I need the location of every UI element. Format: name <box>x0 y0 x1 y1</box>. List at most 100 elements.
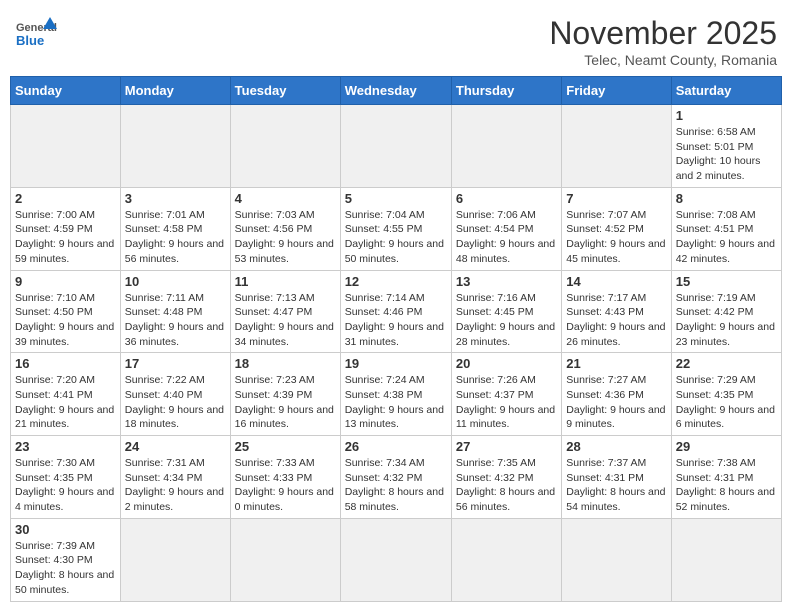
calendar-week-row: 16Sunrise: 7:20 AM Sunset: 4:41 PM Dayli… <box>11 353 782 436</box>
calendar-cell: 15Sunrise: 7:19 AM Sunset: 4:42 PM Dayli… <box>671 270 781 353</box>
day-info: Sunrise: 7:30 AM Sunset: 4:35 PM Dayligh… <box>15 456 116 515</box>
calendar-cell <box>451 105 561 188</box>
day-info: Sunrise: 7:27 AM Sunset: 4:36 PM Dayligh… <box>566 373 666 432</box>
calendar-cell: 16Sunrise: 7:20 AM Sunset: 4:41 PM Dayli… <box>11 353 121 436</box>
calendar-cell: 27Sunrise: 7:35 AM Sunset: 4:32 PM Dayli… <box>451 436 561 519</box>
day-header-wednesday: Wednesday <box>340 77 451 105</box>
day-info: Sunrise: 7:08 AM Sunset: 4:51 PM Dayligh… <box>676 208 777 267</box>
day-number: 14 <box>566 274 666 289</box>
day-header-monday: Monday <box>120 77 230 105</box>
calendar-cell: 9 Sunrise: 7:10 AM Sunset: 4:50 PM Daylig… <box>11 270 121 353</box>
calendar-cell: 3 Sunrise: 7:01 AM Sunset: 4:58 PM Daylig… <box>120 187 230 270</box>
calendar-cell <box>120 105 230 188</box>
day-number: 6 <box>456 191 557 206</box>
calendar-cell <box>230 518 340 601</box>
day-number: 27 <box>456 439 557 454</box>
calendar-cell: 30Sunrise: 7:39 AM Sunset: 4:30 PM Dayli… <box>11 518 121 601</box>
day-number: 8 <box>676 191 777 206</box>
day-number: 18 <box>235 356 336 371</box>
day-header-saturday: Saturday <box>671 77 781 105</box>
calendar-cell: 23 Sunrise: 7:30 AM Sunset: 4:35 PM Dayli… <box>11 436 121 519</box>
subtitle: Telec, Neamt County, Romania <box>549 52 777 68</box>
day-number: 22 <box>676 356 777 371</box>
month-title: November 2025 <box>549 15 777 52</box>
calendar-cell: 12 Sunrise: 7:14 AM Sunset: 4:46 PM Dayli… <box>340 270 451 353</box>
calendar-cell <box>340 518 451 601</box>
calendar-cell <box>671 518 781 601</box>
calendar-cell: 22 Sunrise: 7:29 AM Sunset: 4:35 PM Dayli… <box>671 353 781 436</box>
day-number: 29 <box>676 439 777 454</box>
day-info: Sunrise: 7:34 AM Sunset: 4:32 PM Dayligh… <box>345 456 447 515</box>
day-info: Sunrise: 7:16 AM Sunset: 4:45 PM Dayligh… <box>456 291 557 350</box>
day-info: Sunrise: 7:04 AM Sunset: 4:55 PM Dayligh… <box>345 208 447 267</box>
day-info: Sunrise: 6:58 AM Sunset: 5:01 PM Dayligh… <box>676 125 777 184</box>
day-number: 4 <box>235 191 336 206</box>
day-info: Sunrise: 7:22 AM Sunset: 4:40 PM Dayligh… <box>125 373 226 432</box>
calendar-cell: 19 Sunrise: 7:24 AM Sunset: 4:38 PM Dayli… <box>340 353 451 436</box>
calendar-cell: 4 Sunrise: 7:03 AM Sunset: 4:56 PM Daylig… <box>230 187 340 270</box>
day-info: Sunrise: 7:10 AM Sunset: 4:50 PM Dayligh… <box>15 291 116 350</box>
day-info: Sunrise: 7:26 AM Sunset: 4:37 PM Dayligh… <box>456 373 557 432</box>
day-number: 12 <box>345 274 447 289</box>
calendar-header-row: SundayMondayTuesdayWednesdayThursdayFrid… <box>11 77 782 105</box>
calendar-cell: 7Sunrise: 7:07 AM Sunset: 4:52 PM Daylig… <box>562 187 671 270</box>
day-number: 25 <box>235 439 336 454</box>
calendar-week-row: 1 Sunrise: 6:58 AM Sunset: 5:01 PM Daylig… <box>11 105 782 188</box>
day-info: Sunrise: 7:23 AM Sunset: 4:39 PM Dayligh… <box>235 373 336 432</box>
day-header-friday: Friday <box>562 77 671 105</box>
logo: General Blue <box>15 15 57 57</box>
calendar-cell: 6 Sunrise: 7:06 AM Sunset: 4:54 PM Daylig… <box>451 187 561 270</box>
calendar-table: SundayMondayTuesdayWednesdayThursdayFrid… <box>10 76 782 602</box>
day-info: Sunrise: 7:14 AM Sunset: 4:46 PM Dayligh… <box>345 291 447 350</box>
day-info: Sunrise: 7:29 AM Sunset: 4:35 PM Dayligh… <box>676 373 777 432</box>
calendar-cell <box>562 518 671 601</box>
day-header-tuesday: Tuesday <box>230 77 340 105</box>
calendar-cell: 20 Sunrise: 7:26 AM Sunset: 4:37 PM Dayli… <box>451 353 561 436</box>
calendar-week-row: 23 Sunrise: 7:30 AM Sunset: 4:35 PM Dayli… <box>11 436 782 519</box>
day-info: Sunrise: 7:20 AM Sunset: 4:41 PM Dayligh… <box>15 373 116 432</box>
day-info: Sunrise: 7:31 AM Sunset: 4:34 PM Dayligh… <box>125 456 226 515</box>
calendar-cell: 13 Sunrise: 7:16 AM Sunset: 4:45 PM Dayli… <box>451 270 561 353</box>
day-number: 2 <box>15 191 116 206</box>
day-number: 26 <box>345 439 447 454</box>
day-info: Sunrise: 7:24 AM Sunset: 4:38 PM Dayligh… <box>345 373 447 432</box>
day-info: Sunrise: 7:39 AM Sunset: 4:30 PM Dayligh… <box>15 539 116 598</box>
calendar-cell <box>451 518 561 601</box>
day-number: 28 <box>566 439 666 454</box>
calendar-cell: 10Sunrise: 7:11 AM Sunset: 4:48 PM Dayli… <box>120 270 230 353</box>
calendar-cell <box>562 105 671 188</box>
logo-svg: General Blue <box>15 15 57 57</box>
day-info: Sunrise: 7:17 AM Sunset: 4:43 PM Dayligh… <box>566 291 666 350</box>
calendar-cell: 5Sunrise: 7:04 AM Sunset: 4:55 PM Daylig… <box>340 187 451 270</box>
calendar-week-row: 2Sunrise: 7:00 AM Sunset: 4:59 PM Daylig… <box>11 187 782 270</box>
day-number: 13 <box>456 274 557 289</box>
day-number: 20 <box>456 356 557 371</box>
day-info: Sunrise: 7:03 AM Sunset: 4:56 PM Dayligh… <box>235 208 336 267</box>
day-number: 3 <box>125 191 226 206</box>
calendar-cell: 21Sunrise: 7:27 AM Sunset: 4:36 PM Dayli… <box>562 353 671 436</box>
calendar-cell: 18 Sunrise: 7:23 AM Sunset: 4:39 PM Dayli… <box>230 353 340 436</box>
calendar-cell: 2Sunrise: 7:00 AM Sunset: 4:59 PM Daylig… <box>11 187 121 270</box>
day-info: Sunrise: 7:06 AM Sunset: 4:54 PM Dayligh… <box>456 208 557 267</box>
day-number: 19 <box>345 356 447 371</box>
day-number: 10 <box>125 274 226 289</box>
calendar-cell <box>340 105 451 188</box>
day-number: 9 <box>15 274 116 289</box>
day-number: 17 <box>125 356 226 371</box>
day-number: 23 <box>15 439 116 454</box>
day-info: Sunrise: 7:38 AM Sunset: 4:31 PM Dayligh… <box>676 456 777 515</box>
day-info: Sunrise: 7:37 AM Sunset: 4:31 PM Dayligh… <box>566 456 666 515</box>
calendar-cell: 14 Sunrise: 7:17 AM Sunset: 4:43 PM Dayli… <box>562 270 671 353</box>
day-number: 11 <box>235 274 336 289</box>
calendar-cell <box>120 518 230 601</box>
calendar-cell: 8 Sunrise: 7:08 AM Sunset: 4:51 PM Daylig… <box>671 187 781 270</box>
day-number: 1 <box>676 108 777 123</box>
day-info: Sunrise: 7:01 AM Sunset: 4:58 PM Dayligh… <box>125 208 226 267</box>
day-info: Sunrise: 7:13 AM Sunset: 4:47 PM Dayligh… <box>235 291 336 350</box>
svg-text:Blue: Blue <box>16 33 44 48</box>
calendar-cell: 26 Sunrise: 7:34 AM Sunset: 4:32 PM Dayli… <box>340 436 451 519</box>
calendar-cell: 25Sunrise: 7:33 AM Sunset: 4:33 PM Dayli… <box>230 436 340 519</box>
calendar-cell: 24 Sunrise: 7:31 AM Sunset: 4:34 PM Dayli… <box>120 436 230 519</box>
day-number: 24 <box>125 439 226 454</box>
calendar-cell: 28 Sunrise: 7:37 AM Sunset: 4:31 PM Dayli… <box>562 436 671 519</box>
